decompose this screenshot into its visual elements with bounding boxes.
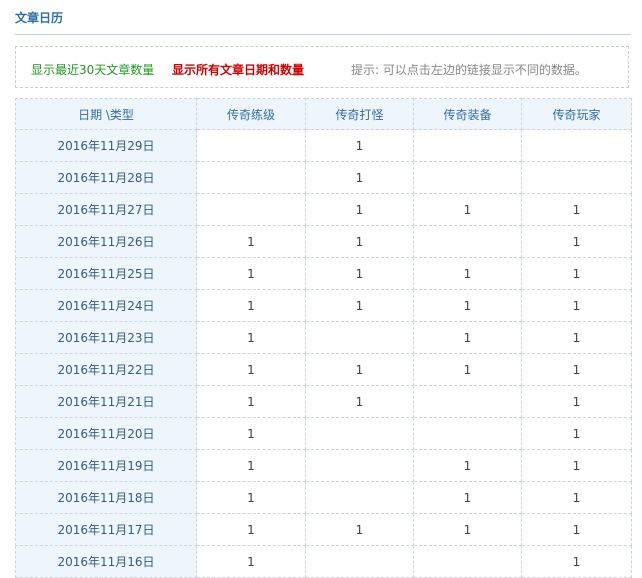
count-cell[interactable]: 1	[521, 513, 632, 546]
count-cell[interactable]: 1	[305, 193, 414, 226]
count-cell[interactable]: 1	[196, 449, 306, 482]
count-cell[interactable]: 1	[196, 321, 306, 354]
count-cell	[413, 417, 522, 450]
count-cell	[305, 545, 414, 578]
table-row: 2016年11月23日 1 1 1	[15, 321, 632, 354]
date-cell: 2016年11月20日	[15, 417, 197, 450]
count-cell[interactable]: 1	[521, 481, 632, 514]
table-row: 2016年11月29日 1	[15, 129, 632, 162]
table-row: 2016年11月26日 1 1 1	[15, 225, 632, 258]
column-header-leveling: 传奇练级	[196, 98, 306, 130]
count-cell	[413, 225, 522, 258]
column-header-player: 传奇玩家	[521, 98, 632, 130]
count-cell[interactable]: 1	[305, 129, 414, 162]
count-cell[interactable]: 1	[521, 385, 632, 418]
count-cell	[196, 129, 306, 162]
table-row: 2016年11月19日 1 1 1	[15, 449, 632, 482]
column-header-date: 日期 \类型	[15, 98, 197, 130]
count-cell[interactable]: 1	[413, 321, 522, 354]
count-cell	[521, 161, 632, 194]
count-cell[interactable]: 1	[521, 193, 632, 226]
count-cell[interactable]: 1	[196, 257, 306, 290]
count-cell[interactable]: 1	[305, 513, 414, 546]
count-cell	[413, 385, 522, 418]
date-cell: 2016年11月24日	[15, 289, 197, 322]
column-header-monster: 传奇打怪	[305, 98, 414, 130]
count-cell[interactable]: 1	[521, 289, 632, 322]
date-cell: 2016年11月23日	[15, 321, 197, 354]
table-row: 2016年11月25日 1 1 1 1	[15, 257, 632, 290]
hint-text: 提示: 可以点击左边的链接显示不同的数据。	[351, 63, 587, 77]
count-cell[interactable]: 1	[196, 385, 306, 418]
table-row: 2016年11月27日 1 1 1	[15, 193, 632, 226]
count-cell[interactable]: 1	[305, 257, 414, 290]
show-all-dates-link[interactable]: 显示所有文章日期和数量	[172, 61, 304, 78]
count-cell[interactable]: 1	[521, 353, 632, 386]
date-cell: 2016年11月19日	[15, 449, 197, 482]
date-cell: 2016年11月25日	[15, 257, 197, 290]
count-cell[interactable]: 1	[413, 193, 522, 226]
count-cell	[521, 129, 632, 162]
table-row: 2016年11月16日 1 1	[15, 545, 632, 578]
count-cell[interactable]: 1	[521, 417, 632, 450]
table-row: 2016年11月28日 1	[15, 161, 632, 194]
count-cell[interactable]: 1	[521, 257, 632, 290]
count-cell[interactable]: 1	[305, 353, 414, 386]
count-cell	[196, 193, 306, 226]
count-cell	[305, 449, 414, 482]
count-cell	[413, 161, 522, 194]
count-cell[interactable]: 1	[413, 353, 522, 386]
count-cell[interactable]: 1	[413, 481, 522, 514]
count-cell[interactable]: 1	[196, 513, 306, 546]
count-cell[interactable]: 1	[196, 417, 306, 450]
count-cell[interactable]: 1	[305, 289, 414, 322]
title-divider	[15, 34, 631, 35]
count-cell[interactable]: 1	[305, 225, 414, 258]
column-header-equipment: 传奇装备	[413, 98, 522, 130]
table-row: 2016年11月17日 1 1 1 1	[15, 513, 632, 546]
table-row: 2016年11月24日 1 1 1 1	[15, 289, 632, 322]
count-cell[interactable]: 1	[305, 161, 414, 194]
show-recent-30-days-link[interactable]: 显示最近30天文章数量	[31, 61, 154, 78]
count-cell	[305, 321, 414, 354]
date-cell: 2016年11月28日	[15, 161, 197, 194]
count-cell[interactable]: 1	[413, 289, 522, 322]
date-cell: 2016年11月16日	[15, 545, 197, 578]
table-body: 2016年11月29日 1 2016年11月28日 1 2016年11月27日 1 1 1 20…	[15, 129, 632, 578]
count-cell[interactable]: 1	[413, 449, 522, 482]
count-cell	[413, 545, 522, 578]
count-cell[interactable]: 1	[521, 225, 632, 258]
date-cell: 2016年11月18日	[15, 481, 197, 514]
date-cell: 2016年11月22日	[15, 353, 197, 386]
count-cell[interactable]: 1	[305, 385, 414, 418]
count-cell	[305, 417, 414, 450]
count-cell[interactable]: 1	[196, 289, 306, 322]
count-cell	[196, 161, 306, 194]
count-cell[interactable]: 1	[196, 481, 306, 514]
table-row: 2016年11月21日 1 1 1	[15, 385, 632, 418]
table-row: 2016年11月22日 1 1 1 1	[15, 353, 632, 386]
date-cell: 2016年11月17日	[15, 513, 197, 546]
table-row: 2016年11月20日 1 1	[15, 417, 632, 450]
page-title: 文章日历	[15, 11, 64, 25]
count-cell[interactable]: 1	[521, 321, 632, 354]
table-row: 2016年11月18日 1 1 1	[15, 481, 632, 514]
count-cell[interactable]: 1	[521, 449, 632, 482]
count-cell[interactable]: 1	[196, 545, 306, 578]
date-cell: 2016年11月21日	[15, 385, 197, 418]
count-cell[interactable]: 1	[413, 513, 522, 546]
filter-box: 显示最近30天文章数量 显示所有文章日期和数量 提示: 可以点击左边的链接显示不…	[15, 46, 629, 88]
count-cell[interactable]: 1	[413, 257, 522, 290]
date-cell: 2016年11月29日	[15, 129, 197, 162]
count-cell	[413, 129, 522, 162]
article-calendar-table: 日期 \类型 传奇练级 传奇打怪 传奇装备 传奇玩家 2016年11月29日 1 2…	[15, 98, 632, 578]
count-cell[interactable]: 1	[196, 353, 306, 386]
count-cell	[305, 481, 414, 514]
table-header-row: 日期 \类型 传奇练级 传奇打怪 传奇装备 传奇玩家	[15, 98, 632, 130]
date-cell: 2016年11月26日	[15, 225, 197, 258]
count-cell[interactable]: 1	[196, 225, 306, 258]
date-cell: 2016年11月27日	[15, 193, 197, 226]
count-cell[interactable]: 1	[521, 545, 632, 578]
